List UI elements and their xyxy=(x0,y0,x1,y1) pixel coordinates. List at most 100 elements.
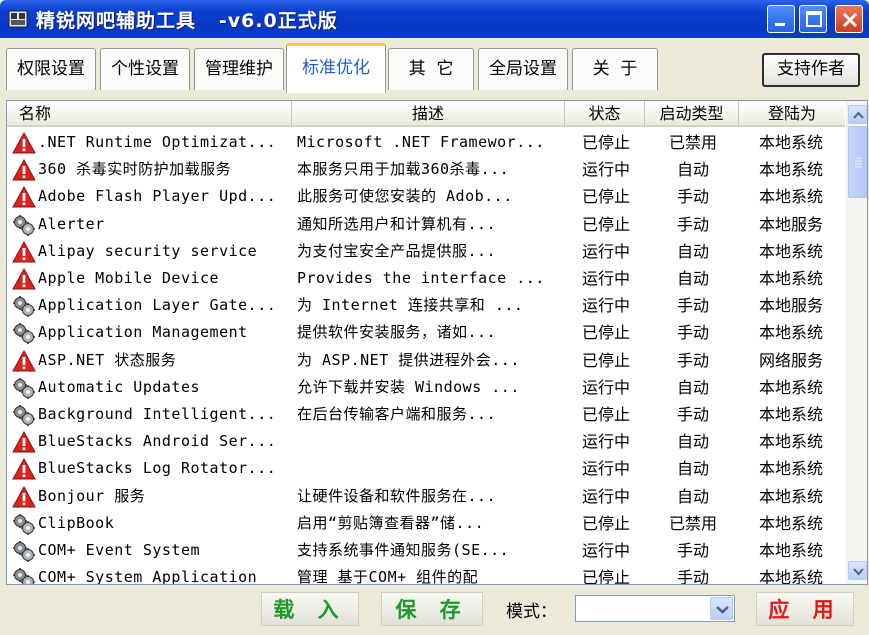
service-logon-as: 本地系统 xyxy=(758,187,823,207)
service-logon-as: 本地系统 xyxy=(758,541,823,560)
service-logon-as: 本地系统 xyxy=(758,486,823,506)
title-bar[interactable]: 精锐网吧辅助工具 -v6.0正式版 xyxy=(0,0,869,38)
table-row[interactable]: COM+ Event System 支持系统事件通知服务(SE... 运行中 手动 本地… xyxy=(7,537,845,564)
service-description xyxy=(297,455,565,482)
service-status: 运行中 xyxy=(581,486,630,506)
service-startup-type: 自动 xyxy=(676,269,709,288)
tab-standard-optimization[interactable]: 标准优化 xyxy=(286,43,386,93)
service-name: COM+ Event System xyxy=(38,541,201,559)
tab-other[interactable]: 其 它 xyxy=(388,48,474,90)
column-header-description[interactable]: 描述 xyxy=(292,101,565,127)
load-button[interactable]: 载 入 xyxy=(261,592,359,626)
service-status: 运行中 xyxy=(581,541,630,560)
service-status: 运行中 xyxy=(581,269,630,288)
table-row[interactable]: Application Layer Gate... 为 Internet 连接共享… xyxy=(7,292,845,319)
window-title: 精锐网吧辅助工具 -v6.0正式版 xyxy=(36,10,338,32)
column-header-startup-type[interactable]: 启动类型 xyxy=(645,101,739,127)
app-icon xyxy=(8,10,28,28)
service-description: 此服务可使您安装的 Adob... xyxy=(297,187,513,206)
service-status: 已停止 xyxy=(581,350,630,370)
support-author-button[interactable]: 支持作者 xyxy=(762,53,860,87)
table-row[interactable]: BlueStacks Android Ser... 运行中 自动 本地系统 xyxy=(7,428,845,455)
table-row[interactable]: 360 杀毒实时防护加载服务 本服务只用于加载360杀毒... 运行中 自动 本地系统 xyxy=(7,156,845,183)
service-description: 允许下载并安装 Windows ... xyxy=(297,377,520,396)
list-header: 名称 描述 状态 启动类型 登陆为 xyxy=(7,101,845,127)
tab-about[interactable]: 关 于 xyxy=(572,48,658,90)
service-name: .NET Runtime Optimizat... xyxy=(38,133,277,151)
service-logon-as: 本地系统 xyxy=(758,432,823,452)
minimize-button[interactable] xyxy=(767,5,795,33)
mode-dropdown-button[interactable] xyxy=(710,597,733,620)
service-name: Bonjour 服务 xyxy=(38,486,146,505)
service-startup-type: 手动 xyxy=(676,296,709,316)
warning-icon xyxy=(12,131,36,154)
service-status: 已停止 xyxy=(581,568,630,585)
service-status: 已停止 xyxy=(581,323,630,343)
column-header-name[interactable]: 名称 xyxy=(7,101,292,127)
service-description: 本服务只用于加载360杀毒... xyxy=(297,160,510,179)
close-icon xyxy=(842,12,858,28)
chevron-down-icon xyxy=(853,568,864,576)
service-startup-type: 自动 xyxy=(676,377,709,397)
service-startup-type: 手动 xyxy=(676,350,709,370)
service-name: ClipBook xyxy=(38,513,115,532)
close-button[interactable] xyxy=(835,5,863,33)
service-name: 360 杀毒实时防护加载服务 xyxy=(38,160,232,179)
grip-icon xyxy=(855,157,862,168)
scroll-up-button[interactable] xyxy=(848,105,867,124)
table-row[interactable]: Application Management 提供软件安装服务，诸如... 已停止 手… xyxy=(7,319,845,346)
table-row[interactable]: Adobe Flash Player Upd... 此服务可使您安装的 Adob.… xyxy=(7,183,845,210)
service-logon-as: 本地系统 xyxy=(758,513,823,533)
scroll-down-button[interactable] xyxy=(848,561,867,580)
table-row[interactable]: ASP.NET 状态服务 为 ASP.NET 提供进程外会... 已停止 手动 网络服务 xyxy=(7,347,845,374)
service-name: Application Layer Gate... xyxy=(38,296,277,315)
service-status: 已停止 xyxy=(581,513,630,533)
table-row[interactable]: ClipBook 启用“剪贴簿查看器”储... 已停止 已禁用 本地系统 xyxy=(7,510,845,537)
table-row[interactable]: BlueStacks Log Rotator... 运行中 自动 本地系统 xyxy=(7,455,845,482)
gears-icon xyxy=(12,214,36,236)
table-row[interactable]: Alipay security service 为支付宝安全产品提供服... 运行中… xyxy=(7,238,845,265)
apply-button[interactable]: 应 用 xyxy=(756,592,854,626)
service-name: BlueStacks Android Ser... xyxy=(38,432,277,451)
service-list[interactable]: 名称 描述 状态 启动类型 登陆为 .NET Runtime Optimizat… xyxy=(6,100,868,585)
gears-icon xyxy=(12,513,36,535)
table-row[interactable]: Apple Mobile Device Provides the interfac… xyxy=(7,265,845,292)
warning-icon xyxy=(12,458,36,480)
service-status: 已停止 xyxy=(581,187,630,207)
bottom-toolbar: 载 入 保 存 模式： 应 用 xyxy=(0,587,869,635)
service-logon-as: 本地系统 xyxy=(758,459,823,479)
mode-label: 模式： xyxy=(506,602,557,622)
service-startup-type: 手动 xyxy=(676,187,709,207)
column-header-logon-as[interactable]: 登陆为 xyxy=(739,101,845,127)
service-description: 提供软件安装服务，诸如... xyxy=(297,323,497,342)
service-logon-as: 本地系统 xyxy=(758,377,823,397)
column-header-status[interactable]: 状态 xyxy=(565,101,645,127)
table-row[interactable]: Automatic Updates 允许下载并安装 Windows ... 运行中 自… xyxy=(7,374,845,401)
tab-permission-settings[interactable]: 权限设置 xyxy=(6,48,96,90)
vertical-scrollbar[interactable] xyxy=(846,101,867,584)
table-row[interactable]: COM+ System Application 管理 基于COM+ 组件的配 已停止… xyxy=(7,564,845,585)
tab-global-settings[interactable]: 全局设置 xyxy=(478,48,568,90)
service-startup-type: 手动 xyxy=(676,541,709,560)
tab-maintenance[interactable]: 管理维护 xyxy=(194,48,284,90)
table-row[interactable]: .NET Runtime Optimizat... Microsoft .NET … xyxy=(7,129,845,156)
gears-icon xyxy=(12,377,36,399)
mode-select[interactable] xyxy=(575,595,735,622)
service-startup-type: 自动 xyxy=(676,486,709,506)
service-description: 管理 基于COM+ 组件的配 xyxy=(297,568,479,585)
warning-icon xyxy=(12,485,36,508)
table-row[interactable]: Alerter 通知所选用户和计算机有... 已停止 手动 本地服务 xyxy=(7,211,845,238)
service-startup-type: 手动 xyxy=(676,214,709,234)
save-button[interactable]: 保 存 xyxy=(381,592,483,626)
table-row[interactable]: Bonjour 服务 让硬件设备和软件服务在... 运行中 自动 本地系统 xyxy=(7,483,845,510)
maximize-button[interactable] xyxy=(799,5,827,33)
scroll-thumb[interactable] xyxy=(848,126,867,198)
service-logon-as: 本地系统 xyxy=(758,160,823,180)
service-name: Alipay security service xyxy=(38,241,258,260)
service-startup-type: 自动 xyxy=(676,160,709,180)
tab-personal-settings[interactable]: 个性设置 xyxy=(100,48,190,90)
service-description: 支持系统事件通知服务(SE... xyxy=(297,541,510,559)
service-name: ASP.NET 状态服务 xyxy=(38,350,177,369)
table-row[interactable]: Background Intelligent... 在后台传输客户端和服务... 已… xyxy=(7,401,845,428)
service-status: 运行中 xyxy=(581,241,630,261)
